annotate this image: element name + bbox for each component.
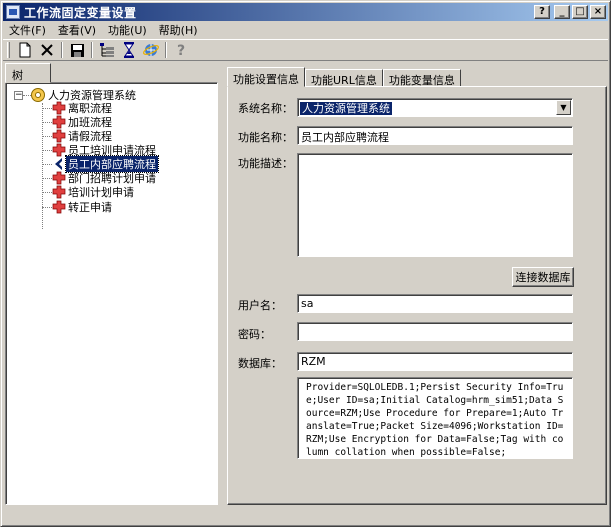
tab-function-variables[interactable]: 功能变量信息	[382, 69, 461, 87]
system-name-value: 人力资源管理系统	[300, 102, 392, 115]
selected-arrow-icon	[55, 158, 62, 170]
menu-bar: 文件(F) 查看(V) 功能(U) 帮助(H)	[3, 21, 608, 39]
tree-view-icon[interactable]	[96, 40, 118, 60]
tree-item[interactable]: 转正申请	[52, 200, 114, 214]
tree-item-selected[interactable]: 员工内部应聘流程	[52, 155, 159, 173]
connection-string-field[interactable]: Provider=SQLOLEDB.1;Persist Security Inf…	[297, 377, 573, 459]
function-desc-field[interactable]	[297, 153, 573, 257]
tree-connector	[42, 178, 52, 179]
toolbar-separator	[91, 42, 93, 58]
system-disc-icon	[31, 88, 45, 102]
tree-connector	[42, 192, 52, 193]
maximize-button[interactable]: □	[572, 5, 588, 19]
function-desc-label: 功能描述：	[238, 157, 293, 170]
dropdown-arrow-icon[interactable]: ▼	[556, 100, 571, 115]
menu-file[interactable]: 文件(F)	[3, 22, 52, 38]
tree-pane: 树 − 人力资源管理系统 离职流程 加班流程 请假流程 员工培训申请流程 员工内…	[5, 63, 218, 505]
hourglass-icon[interactable]	[118, 40, 140, 60]
delete-icon[interactable]	[36, 40, 58, 60]
toolbar-grip[interactable]	[7, 42, 10, 58]
help-icon[interactable]: ?	[170, 40, 192, 60]
puzzle-piece-icon	[52, 185, 66, 199]
tree-item-label: 培训计划申请	[68, 186, 134, 199]
settings-panel: 系统名称： 人力资源管理系统 ▼ 功能名称： 员工内部应聘流程 功能描述： 连接…	[227, 86, 607, 505]
password-label: 密码：	[238, 328, 271, 341]
tree-connector	[42, 122, 52, 123]
tree-connector	[42, 136, 52, 137]
tree-connector	[42, 164, 52, 165]
puzzle-piece-icon	[52, 115, 66, 129]
puzzle-piece-icon	[52, 200, 66, 214]
puzzle-piece-icon	[52, 171, 66, 185]
database-field[interactable]: RZM	[297, 352, 573, 371]
tree-item[interactable]: 培训计划申请	[52, 185, 136, 199]
menu-help[interactable]: 帮助(H)	[153, 22, 204, 38]
tree-item[interactable]: 请假流程	[52, 129, 114, 143]
tree-connector	[42, 207, 52, 208]
puzzle-piece-icon	[52, 101, 66, 115]
toolbar: ?	[3, 39, 608, 61]
connect-database-button[interactable]: 连接数据库	[512, 267, 574, 287]
database-label: 数据库：	[238, 357, 282, 370]
tab-function-settings[interactable]: 功能设置信息	[227, 67, 305, 87]
toolbar-separator	[165, 42, 167, 58]
password-field[interactable]	[297, 322, 573, 341]
tree-connector	[42, 150, 52, 151]
tree-item[interactable]: 员工培训申请流程	[52, 143, 158, 157]
tab-function-url[interactable]: 功能URL信息	[305, 69, 383, 87]
tab-strip: 功能设置信息 功能URL信息 功能变量信息	[227, 67, 461, 87]
function-name-field[interactable]: 员工内部应聘流程	[297, 126, 573, 145]
close-button[interactable]: ×	[590, 5, 606, 19]
tab-tree[interactable]: 树	[5, 63, 51, 83]
puzzle-piece-icon	[52, 143, 66, 157]
menu-function[interactable]: 功能(U)	[102, 22, 153, 38]
function-name-label: 功能名称：	[238, 131, 293, 144]
minimize-button[interactable]: _	[554, 5, 570, 19]
internet-explorer-icon[interactable]	[140, 40, 162, 60]
tree-item[interactable]: 加班流程	[52, 115, 114, 129]
detail-pane: 功能设置信息 功能URL信息 功能变量信息 系统名称： 人力资源管理系统 ▼ 功…	[227, 67, 607, 505]
username-label: 用户名：	[238, 299, 282, 312]
tree-item[interactable]: 部门招聘计划申请	[52, 171, 158, 185]
system-name-select[interactable]: 人力资源管理系统 ▼	[297, 98, 573, 117]
tree-connector	[42, 108, 52, 109]
toolbar-separator	[61, 42, 63, 58]
tree-view[interactable]: − 人力资源管理系统 离职流程 加班流程 请假流程 员工培训申请流程 员工内部应…	[5, 82, 218, 505]
puzzle-piece-icon	[52, 129, 66, 143]
title-bar[interactable]: 工作流固定变量设置 ? _ □ ×	[3, 3, 608, 21]
system-name-label: 系统名称：	[238, 102, 293, 115]
window-title: 工作流固定变量设置	[24, 5, 137, 20]
help-button[interactable]: ?	[534, 5, 550, 19]
save-icon[interactable]	[66, 40, 88, 60]
tree-item[interactable]: 离职流程	[52, 101, 114, 115]
app-icon	[6, 5, 20, 19]
new-document-icon[interactable]	[14, 40, 36, 60]
tree-item-label: 转正申请	[68, 201, 112, 214]
menu-view[interactable]: 查看(V)	[52, 22, 102, 38]
main-window: 工作流固定变量设置 ? _ □ × 文件(F) 查看(V) 功能(U) 帮助(H…	[0, 0, 611, 527]
svg-text:?: ?	[177, 43, 185, 58]
tree-collapse-toggle[interactable]: −	[14, 91, 23, 100]
username-field[interactable]: sa	[297, 294, 573, 313]
